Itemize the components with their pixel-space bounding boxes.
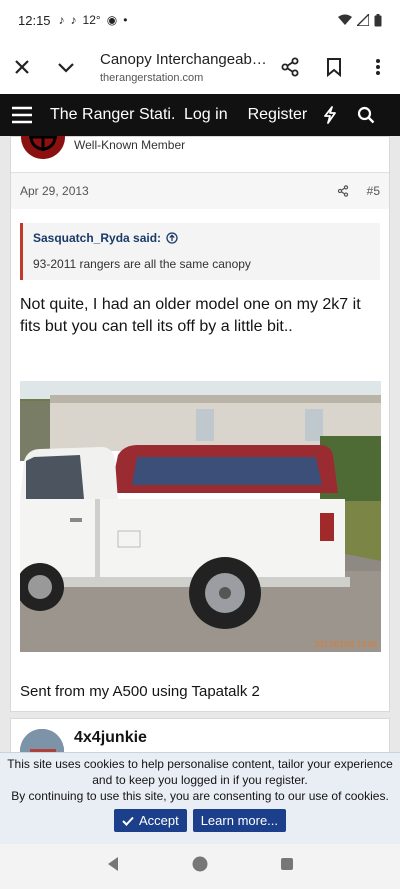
site-brand-link[interactable]: The Ranger Stati... (50, 106, 174, 124)
wifi-icon (338, 14, 352, 25)
page-title-block[interactable]: Canopy Interchangeabili... therangerstat… (88, 51, 268, 84)
post-date[interactable]: Apr 29, 2013 (20, 184, 337, 198)
cookie-notice: This site uses cookies to help personali… (0, 752, 400, 844)
post-username[interactable]: 4x4junkie (74, 729, 147, 747)
page-info-button[interactable] (44, 45, 88, 89)
share-post-button[interactable] (337, 185, 349, 197)
post-body: Not quite, I had an older model one on m… (20, 296, 361, 335)
back-icon (108, 857, 118, 871)
quote-block: Sasquatch_Ryda said: 93-2011 rangers are… (20, 223, 380, 280)
avatar[interactable] (21, 136, 65, 159)
search-button[interactable] (357, 106, 375, 124)
post-signature: Sent from my A500 using Tapatalk 2 (20, 683, 260, 700)
quote-author-row[interactable]: Sasquatch_Ryda said: (33, 231, 370, 245)
quote-author: Sasquatch_Ryda said: (33, 231, 162, 245)
lightning-icon (324, 106, 337, 124)
arrow-up-circle-icon (166, 232, 178, 244)
search-icon (358, 106, 375, 124)
site-navbar: The Ranger Stati... Log in Register (0, 94, 400, 136)
whats-new-button[interactable] (323, 106, 337, 124)
login-link[interactable]: Log in (184, 106, 228, 124)
learn-more-button[interactable]: Learn more... (192, 809, 287, 832)
close-icon (15, 60, 29, 74)
back-button[interactable] (106, 856, 120, 877)
status-time: 12:15 (18, 12, 51, 28)
chevron-down-icon (58, 63, 74, 73)
more-options-button[interactable] (356, 45, 400, 89)
bookmark-icon (327, 58, 341, 77)
notification-icons: ♪ ♪ 12° ◉ • (59, 13, 128, 27)
close-tab-button[interactable] (0, 45, 44, 89)
post-5: Well-Known Member Apr 29, 2013 #5 Sasqua… (10, 136, 390, 712)
register-link[interactable]: Register (248, 106, 308, 124)
truck-photo (20, 381, 381, 652)
share-icon (337, 185, 348, 197)
battery-icon (374, 13, 382, 26)
dot-icon: • (123, 13, 128, 27)
home-button[interactable] (192, 856, 208, 877)
status-bar: 12:15 ♪ ♪ 12° ◉ • (0, 0, 400, 40)
recents-button[interactable] (280, 857, 294, 876)
post-meta: Apr 29, 2013 #5 (11, 173, 389, 209)
tiktok-icon: ♪ (58, 13, 65, 27)
cookie-text-line-2: and to keep you logged in if you registe… (92, 773, 308, 787)
check-icon (122, 816, 134, 826)
tiktok-icon: ♪ (70, 13, 77, 27)
signal-icon (357, 14, 369, 26)
accept-label: Accept (138, 812, 179, 828)
system-icons (338, 13, 382, 27)
learn-more-label: Learn more... (200, 812, 279, 828)
avatar[interactable] (20, 729, 64, 753)
cookie-text-line-1: This site uses cookies to help personali… (7, 757, 393, 771)
recents-icon (281, 858, 293, 870)
browser-toolbar: Canopy Interchangeabili... therangerstat… (0, 40, 400, 94)
photo-timestamp: 2017/01/02 10:45 (314, 640, 377, 649)
thread-content: Well-Known Member Apr 29, 2013 #5 Sasqua… (0, 136, 400, 753)
page-url: therangerstation.com (100, 71, 204, 84)
post-author-row: Well-Known Member (11, 136, 389, 173)
status-temp: 12° (82, 13, 101, 27)
bookmark-button[interactable] (312, 45, 356, 89)
chrome-icon: ◉ (106, 13, 118, 27)
share-button[interactable] (268, 45, 312, 89)
home-icon (192, 856, 208, 872)
system-nav-bar (0, 844, 400, 889)
share-icon (281, 57, 299, 77)
avatar-photo (20, 729, 64, 753)
avatar-logo-icon (21, 136, 65, 159)
cookie-buttons: Accept Learn more... (0, 809, 400, 832)
page-title: Canopy Interchangeabili... (100, 50, 268, 68)
attached-photo[interactable]: 2017/01/02 10:45 (20, 381, 381, 652)
menu-icon (12, 106, 32, 124)
cookie-text-line-3: By continuing to use this site, you are … (11, 789, 389, 803)
post-6: 4x4junkie (10, 718, 390, 753)
member-role: Well-Known Member (74, 138, 186, 152)
quote-text: 93-2011 rangers are all the same canopy (33, 257, 251, 271)
accept-cookies-button[interactable]: Accept (113, 809, 187, 832)
menu-button[interactable] (0, 106, 44, 124)
more-icon (376, 59, 380, 75)
post-number[interactable]: #5 (367, 184, 380, 198)
